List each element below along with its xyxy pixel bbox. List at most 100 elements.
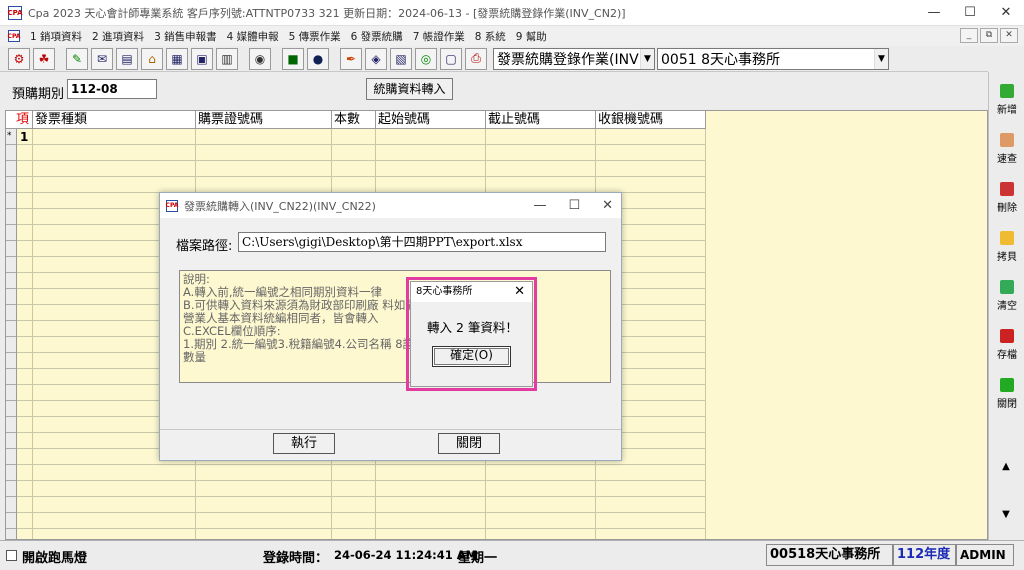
mdi-restore-icon[interactable]: ⧉ <box>980 28 998 43</box>
column-header-index[interactable]: 項 <box>6 111 33 129</box>
marquee-checkbox[interactable] <box>6 550 17 561</box>
action-panel: 新增 速查 刪除 拷貝 清空 存檔 關閉 ▲ ▼ <box>988 72 1024 540</box>
status-office: 00518天心事務所 <box>766 544 893 566</box>
login-weekday: 星期一 <box>458 551 498 566</box>
close-form-button[interactable]: 關閉 <box>991 374 1023 418</box>
toolbar-tool-d-icon[interactable]: ✉ <box>91 47 113 70</box>
message-close-icon[interactable]: ✕ <box>514 282 525 302</box>
eye-icon[interactable]: ◉ <box>249 47 271 70</box>
monitor-icon[interactable]: ■ <box>282 47 304 70</box>
column-header-volumes[interactable]: 本數 <box>332 111 376 129</box>
search-icon <box>1000 133 1014 147</box>
status-user: ADMIN <box>956 544 1014 566</box>
save-button-label: 存檔 <box>997 350 1017 361</box>
toolbar-tool-i-icon[interactable]: ◈ <box>365 47 387 70</box>
office-select-value: 0051 8天心事務所 <box>661 51 780 68</box>
description-line: 數量 <box>183 350 206 364</box>
period-input[interactable]: 112-08 <box>67 79 157 99</box>
office-select[interactable]: 0051 8天心事務所 ▼ <box>657 47 889 70</box>
row-selector-column[interactable] <box>6 129 17 539</box>
copy-button-label: 拷貝 <box>997 252 1017 263</box>
toolbar-tool-c-icon[interactable]: ✎ <box>66 47 88 70</box>
grid-header: 項 發票種類 購票證號碼 本數 起始號碼 截止號碼 收銀機號碼 <box>6 111 706 129</box>
message-box-titlebar: 8天心事務所 ✕ <box>411 282 532 302</box>
minimize-icon[interactable]: — <box>916 0 952 26</box>
toolbar-tool-h-icon[interactable]: ✒ <box>340 47 362 70</box>
dialog-close-icon[interactable]: ✕ <box>602 193 613 218</box>
period-label: 預購期別 <box>12 87 65 102</box>
window-title: Cpa 2023 天心會計師專業系統 客戶序列號:ATTNTP0733 321 … <box>28 6 626 20</box>
toolbar-tool-g-icon[interactable]: ▣ <box>191 47 213 70</box>
toolbar-tool-l-icon[interactable]: ▢ <box>440 47 462 70</box>
column-header-purchase-cert[interactable]: 購票證號碼 <box>196 111 332 129</box>
import-data-button[interactable]: 統購資料轉入 <box>366 78 453 100</box>
maximize-icon[interactable]: ☐ <box>952 0 988 26</box>
menu-item-invoice-purchase[interactable]: 6 發票統購 <box>351 29 403 44</box>
import-dialog-titlebar: CPA 發票統購轉入(INV_CN22)(INV_CN22) — ☐ ✕ <box>160 193 621 218</box>
delete-button-label: 刪除 <box>997 203 1017 214</box>
marquee-label: 開啟跑馬燈 <box>22 551 88 566</box>
close-form-button-label: 關閉 <box>997 399 1017 410</box>
toolbar-tool-j-icon[interactable]: ▧ <box>390 47 412 70</box>
add-button[interactable]: 新增 <box>991 80 1023 124</box>
close-dialog-button[interactable]: 關閉 <box>438 433 500 454</box>
copy-button[interactable]: 拷貝 <box>991 227 1023 271</box>
window-titlebar: CPA Cpa 2023 天心會計師專業系統 客戶序列號:ATTNTP0733 … <box>0 0 1024 26</box>
toolbar-tool-a-icon[interactable]: ⚙ <box>8 47 30 70</box>
description-box[interactable]: 說明: A.轉入前,統一編號之相同期別資料一律 B.可供轉入資料來源須為財政部印… <box>179 270 611 383</box>
home-icon[interactable]: ⌂ <box>141 47 163 70</box>
delete-button[interactable]: 刪除 <box>991 178 1023 222</box>
menu-item-system[interactable]: 8 系統 <box>475 29 506 44</box>
column-header-end-number[interactable]: 截止號碼 <box>486 111 596 129</box>
scroll-down-icon[interactable]: ▼ <box>991 496 1021 532</box>
ok-button[interactable]: 確定(O) <box>432 346 511 367</box>
column-header-register-number[interactable]: 收銀機號碼 <box>596 111 706 129</box>
column-header-invoice-type[interactable]: 發票種類 <box>33 111 196 129</box>
menu-item-help[interactable]: 9 幫助 <box>516 29 547 44</box>
mdi-close-icon[interactable]: ✕ <box>1000 28 1018 43</box>
row-index-cell[interactable]: 1 <box>20 130 28 144</box>
column-header-start-number[interactable]: 起始號碼 <box>376 111 486 129</box>
file-path-label: 檔案路徑: <box>176 239 233 254</box>
mdi-minimize-icon[interactable]: _ <box>960 28 978 43</box>
quick-search-button[interactable]: 速查 <box>991 129 1023 173</box>
message-box: 8天心事務所 ✕ 轉入 2 筆資料！ 確定(O) <box>410 281 533 387</box>
new-row-marker: * <box>7 131 12 141</box>
chevron-down-icon[interactable]: ▼ <box>640 48 654 69</box>
dialog-minimize-icon[interactable]: — <box>533 193 546 218</box>
clear-button[interactable]: 清空 <box>991 276 1023 320</box>
app-icon: CPA <box>7 5 23 20</box>
menu-item-purchases[interactable]: 2 進項資料 <box>92 29 144 44</box>
chevron-down-icon[interactable]: ▼ <box>874 48 888 69</box>
globe-icon[interactable]: ● <box>307 47 329 70</box>
add-button-label: 新增 <box>997 105 1017 116</box>
exit-icon <box>1000 378 1014 392</box>
menu-item-media-report[interactable]: 4 媒體申報 <box>227 29 279 44</box>
toolbar-tool-f-icon[interactable]: ▦ <box>166 47 188 70</box>
login-time-value: 24-06-24 11:24:41 AM <box>334 548 478 562</box>
dialog-maximize-icon[interactable]: ☐ <box>568 193 580 218</box>
import-dialog-title: 發票統購轉入(INV_CN22)(INV_CN22) <box>184 199 376 213</box>
close-icon[interactable]: ✕ <box>988 0 1024 26</box>
menu-app-icon: CPA <box>8 30 20 42</box>
scroll-up-icon[interactable]: ▲ <box>991 448 1021 484</box>
execute-button[interactable]: 執行 <box>273 433 335 454</box>
menu-item-sales-report[interactable]: 3 銷售申報書 <box>154 29 217 44</box>
toolbar-tool-e-icon[interactable]: ▤ <box>116 47 138 70</box>
window-controls: — ☐ ✕ <box>916 0 1024 26</box>
calculator-icon[interactable]: ▥ <box>216 47 238 70</box>
menu-item-ledger[interactable]: 7 帳證作業 <box>413 29 465 44</box>
toolbar-tool-k-icon[interactable]: ◎ <box>415 47 437 70</box>
toolbar-tool-b-icon[interactable]: ☘ <box>33 47 55 70</box>
save-button[interactable]: 存檔 <box>991 325 1023 369</box>
menu-item-vouchers[interactable]: 5 傳票作業 <box>289 29 341 44</box>
print-icon[interactable]: ⎙ <box>465 47 487 70</box>
import-dialog: CPA 發票統購轉入(INV_CN22)(INV_CN22) — ☐ ✕ 檔案路… <box>159 192 622 461</box>
quick-search-button-label: 速查 <box>997 154 1017 165</box>
form-select[interactable]: 發票統購登錄作業(INV ▼ <box>493 47 655 70</box>
file-path-input[interactable]: C:\Users\gigi\Desktop\第十四期PPT\export.xls… <box>238 232 606 252</box>
menu-item-sales[interactable]: 1 銷項資料 <box>30 29 82 44</box>
dialog-app-icon: CPA <box>166 199 178 212</box>
dialog-divider <box>160 429 621 430</box>
period-row: 預購期別 112-08 統購資料轉入 <box>0 72 988 110</box>
